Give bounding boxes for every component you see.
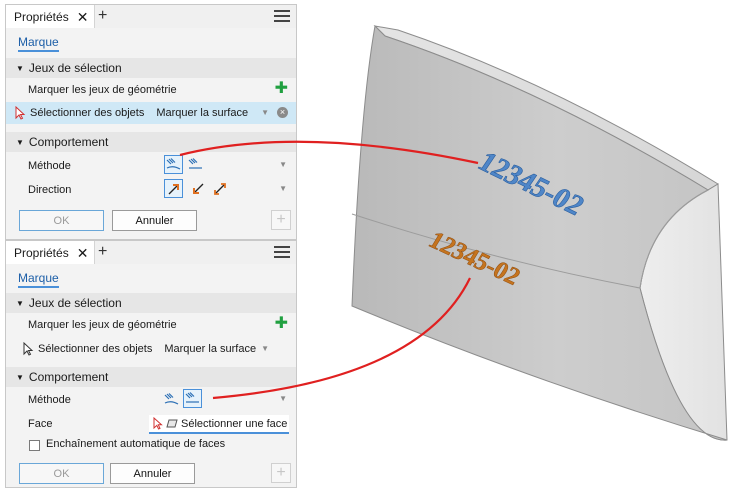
select-objects-row[interactable]: Sélectionner des objets Marquer la surfa… (6, 102, 296, 124)
close-icon[interactable]: ✕ (77, 246, 89, 260)
part-front-face (351, 24, 728, 441)
cancel-button[interactable]: Annuler (110, 463, 195, 484)
chevron-down-icon[interactable]: ▼ (279, 394, 287, 403)
face-field-text: Sélectionner une face (181, 417, 288, 430)
mark-link-tab[interactable]: Marque (18, 271, 59, 288)
add-button[interactable]: + (271, 210, 291, 230)
face-select-field[interactable]: Sélectionner une face (149, 415, 289, 434)
section-title: Jeux de sélection (28, 61, 122, 75)
section-title: Jeux de sélection (28, 296, 122, 310)
green-plus-icon[interactable]: ✚ (275, 316, 288, 332)
mark-geometry-row: Marquer les jeux de géométrie ✚ (6, 79, 296, 101)
method-row: Méthode (6, 155, 296, 177)
method-row: Méthode (6, 389, 296, 411)
section-title: Comportement (28, 135, 109, 149)
face-label: Face (28, 418, 53, 430)
chevron-down-icon[interactable]: ▼ (279, 184, 287, 193)
part-edge-line (351, 213, 641, 289)
section-title: Comportement (28, 370, 109, 384)
panel-title: Propriétés (14, 245, 69, 260)
chevron-down-icon[interactable]: ▼ (261, 344, 269, 353)
mark-geometry-row: Marquer les jeux de géométrie ✚ (6, 314, 296, 336)
section-selection-sets[interactable]: ▼ Jeux de sélection (6, 293, 296, 313)
auto-chain-label: Enchaînement automatique de faces (46, 438, 226, 450)
section-behavior[interactable]: ▼ Comportement (6, 367, 296, 387)
face-icon (166, 419, 178, 428)
collapse-triangle-icon: ▼ (16, 137, 24, 147)
select-objects-label: Sélectionner des objets (30, 107, 145, 119)
mark-project-icon[interactable] (183, 389, 202, 408)
part-end-face (639, 183, 728, 441)
chevron-down-icon[interactable]: ▼ (261, 108, 269, 117)
method-label: Méthode (28, 160, 71, 172)
selection-cursor-icon (15, 106, 26, 120)
mark-geometry-label: Marquer les jeux de géométrie (28, 84, 177, 96)
green-plus-icon[interactable]: ✚ (275, 81, 288, 97)
mark-wrap-icon[interactable] (162, 390, 181, 409)
mark-link-tab[interactable]: Marque (18, 35, 59, 52)
ok-button[interactable]: OK (19, 210, 104, 231)
plus-icon[interactable]: + (98, 8, 107, 24)
collapse-triangle-icon: ▼ (16, 372, 24, 382)
section-selection-sets[interactable]: ▼ Jeux de sélection (6, 58, 296, 78)
direction-row: Direction (6, 179, 296, 201)
panel-titlebar: Propriétés ✕ + (6, 5, 296, 28)
mark-text-orange: 12345-02 (424, 227, 525, 291)
section-behavior[interactable]: ▼ Comportement (6, 132, 296, 152)
part-edge-line (639, 189, 709, 289)
mark-project-icon[interactable] (186, 155, 205, 174)
collapse-triangle-icon: ▼ (16, 63, 24, 73)
cancel-button[interactable]: Annuler (112, 210, 197, 231)
hamburger-menu-icon[interactable] (274, 7, 290, 25)
plus-icon[interactable]: + (98, 244, 107, 260)
panel-title: Propriétés (14, 9, 69, 24)
part-top-face (373, 25, 719, 191)
properties-panel-top: Propriétés ✕ + Marque ▼ Jeux de sélectio… (5, 4, 297, 240)
panel-titlebar: Propriétés ✕ + (6, 241, 296, 264)
auto-chain-checkbox[interactable] (29, 440, 40, 451)
selection-cursor-icon (153, 417, 163, 430)
chevron-down-icon[interactable]: ▼ (279, 160, 287, 169)
select-objects-dropdown[interactable]: Marquer la surface (156, 107, 248, 119)
direction-arrow-icon[interactable] (164, 179, 183, 198)
mark-text-blue: 12345-02 (472, 146, 590, 221)
hamburger-menu-icon[interactable] (274, 243, 290, 261)
direction-arrow-icon[interactable] (210, 179, 229, 198)
collapse-triangle-icon: ▼ (16, 298, 24, 308)
clear-circle-icon[interactable]: × (277, 107, 288, 118)
add-button[interactable]: + (271, 463, 291, 483)
method-label: Méthode (28, 394, 71, 406)
ok-button[interactable]: OK (19, 463, 104, 484)
close-icon[interactable]: ✕ (77, 10, 89, 24)
select-objects-row[interactable]: Sélectionner des objets Marquer la surfa… (6, 338, 296, 360)
mark-wrap-icon[interactable] (164, 155, 183, 174)
direction-arrow-icon[interactable] (188, 179, 207, 198)
mark-geometry-label: Marquer les jeux de géométrie (28, 319, 177, 331)
direction-label: Direction (28, 184, 72, 196)
properties-tab[interactable]: Propriétés ✕ (6, 241, 96, 264)
select-objects-label: Sélectionner des objets (38, 343, 153, 355)
select-objects-dropdown[interactable]: Marquer la surface (164, 343, 256, 355)
properties-panel-bottom: Propriétés ✕ + Marque ▼ Jeux de sélectio… (5, 240, 297, 488)
properties-tab[interactable]: Propriétés ✕ (6, 5, 96, 28)
selection-cursor-icon (23, 342, 34, 356)
